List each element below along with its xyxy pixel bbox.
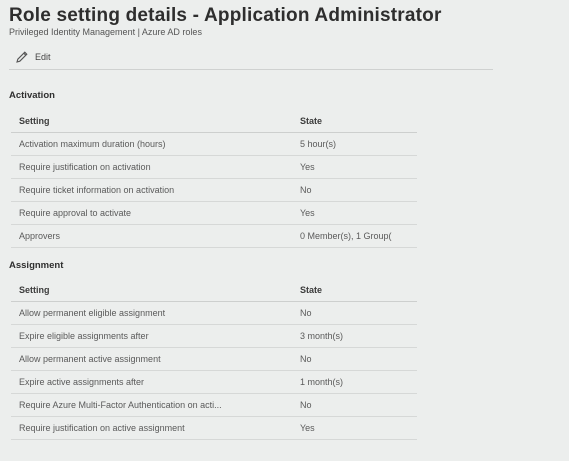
state-cell: Yes: [292, 201, 417, 225]
assignment-settings-table: Setting State Allow permanent eligible a…: [11, 279, 417, 440]
state-cell: No: [292, 347, 417, 371]
edit-button[interactable]: Edit: [15, 49, 51, 65]
column-header-state: State: [292, 110, 417, 133]
pencil-icon: [15, 50, 29, 64]
setting-cell: Allow permanent active assignment: [11, 347, 292, 371]
activation-settings-table: Setting State Activation maximum duratio…: [11, 110, 417, 248]
table-row: Require ticket information on activation…: [11, 178, 417, 202]
column-header-setting: Setting: [11, 110, 292, 133]
setting-cell: Expire eligible assignments after: [11, 324, 292, 348]
toolbar: Edit: [9, 45, 493, 70]
table-row: Activation maximum duration (hours) 5 ho…: [11, 132, 417, 156]
column-header-setting: Setting: [11, 279, 292, 302]
state-cell: No: [292, 393, 417, 417]
table-row: Require justification on activation Yes: [11, 155, 417, 179]
edit-label: Edit: [35, 52, 51, 62]
state-cell: Yes: [292, 416, 417, 440]
setting-cell: Require Azure Multi-Factor Authenticatio…: [11, 393, 292, 417]
state-cell: 1 month(s): [292, 370, 417, 394]
setting-cell: Activation maximum duration (hours): [11, 132, 292, 156]
table-row: Require justification on active assignme…: [11, 416, 417, 440]
state-cell: 3 month(s): [292, 324, 417, 348]
breadcrumb[interactable]: Privileged Identity Management | Azure A…: [9, 27, 202, 37]
state-cell: Yes: [292, 155, 417, 179]
table-header-row: Setting State: [11, 279, 417, 302]
setting-cell: Require approval to activate: [11, 201, 292, 225]
column-header-state: State: [292, 279, 417, 302]
page-title: Role setting details - Application Admin…: [9, 5, 442, 26]
table-row: Allow permanent eligible assignment No: [11, 301, 417, 325]
state-cell: 0 Member(s), 1 Group(: [292, 224, 417, 248]
setting-cell: Require justification on activation: [11, 155, 292, 179]
setting-cell: Allow permanent eligible assignment: [11, 301, 292, 325]
table-row: Require Azure Multi-Factor Authenticatio…: [11, 393, 417, 417]
setting-cell: Expire active assignments after: [11, 370, 292, 394]
table-row: Expire active assignments after 1 month(…: [11, 370, 417, 394]
state-cell: No: [292, 301, 417, 325]
state-cell: 5 hour(s): [292, 132, 417, 156]
table-row: Allow permanent active assignment No: [11, 347, 417, 371]
assignment-section-title: Assignment: [9, 260, 64, 271]
table-row: Approvers 0 Member(s), 1 Group(: [11, 224, 417, 248]
table-header-row: Setting State: [11, 110, 417, 133]
table-row: Require approval to activate Yes: [11, 201, 417, 225]
setting-cell: Require justification on active assignme…: [11, 416, 292, 440]
state-cell: No: [292, 178, 417, 202]
setting-cell: Approvers: [11, 224, 292, 248]
table-row: Expire eligible assignments after 3 mont…: [11, 324, 417, 348]
role-setting-details-page: Role setting details - Application Admin…: [0, 0, 569, 461]
setting-cell: Require ticket information on activation: [11, 178, 292, 202]
activation-section-title: Activation: [9, 90, 55, 101]
